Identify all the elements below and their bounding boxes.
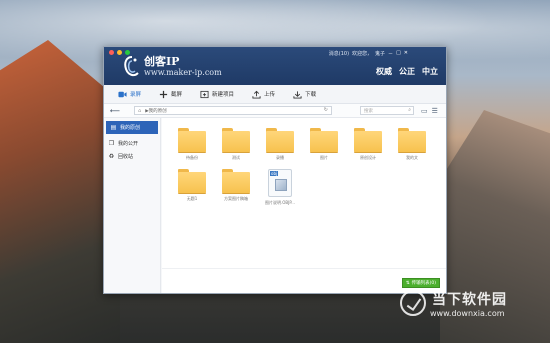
obj-file-item[interactable]: obj 图片说明.OBJP... xyxy=(258,169,302,206)
watermark-url: www.downxia.com xyxy=(430,309,505,318)
close-button[interactable]: ✕ xyxy=(404,50,408,57)
new-folder-icon xyxy=(200,90,209,98)
folder-item[interactable]: 测试 xyxy=(214,128,258,161)
file-name: 原创设计 xyxy=(360,155,376,160)
folder-icon xyxy=(222,128,250,152)
record-label: 录屏 xyxy=(130,92,142,98)
path-field[interactable]: ⌂ ▶我的原创 ↻ xyxy=(134,106,332,115)
sidebar-item-label: 我的公开 xyxy=(118,141,139,147)
download-label: 下载 xyxy=(305,92,317,98)
folder-icon xyxy=(354,128,382,152)
record-button[interactable]: 录屏 xyxy=(114,85,145,104)
home-icon[interactable]: ⌂ xyxy=(138,108,141,114)
upload-icon xyxy=(252,90,261,99)
search-placeholder: 搜索 xyxy=(364,108,373,114)
sidebar-item-label: 回收站 xyxy=(118,154,134,160)
download-icon xyxy=(293,90,302,99)
screenshot-label: 截屏 xyxy=(171,92,183,98)
screenshot-button[interactable]: 截屏 xyxy=(155,85,186,104)
sidebar-item-my-public[interactable]: ❐ 我的公开 xyxy=(104,137,160,150)
list-view-icon[interactable]: ☰ xyxy=(432,107,438,115)
folder-icon xyxy=(222,169,250,193)
logo-text: 创客IP xyxy=(144,55,180,68)
minimize-button[interactable]: － xyxy=(388,50,393,57)
sidebar-item-recycle-bin[interactable]: ♻ 回收站 xyxy=(104,150,160,163)
file-name: 待备份 xyxy=(186,155,198,160)
watermark: 当下软件园 www.downxia.com xyxy=(400,287,540,337)
folder-icon: ▤ xyxy=(110,124,117,131)
folder-icon xyxy=(178,169,206,193)
plus-icon xyxy=(159,90,168,98)
file-grid: 待备份 测试 录播 图片 原创设计 我的文 无题1 方案图片稿箱 obj 图片说… xyxy=(170,128,434,206)
obj-file-icon: obj xyxy=(268,169,292,197)
folder-item[interactable]: 方案图片稿箱 xyxy=(214,169,258,206)
download-button[interactable]: 下载 xyxy=(289,85,320,104)
sidebar-item-label: 我的原创 xyxy=(120,125,141,131)
slogan-word: 中立 xyxy=(422,66,438,76)
watermark-title: 当下软件园 xyxy=(432,292,507,308)
grid-view-icon[interactable]: ▭ xyxy=(421,107,428,115)
upload-button[interactable]: 上传 xyxy=(248,85,279,104)
folder-item[interactable]: 原创设计 xyxy=(346,128,390,161)
upload-label: 上传 xyxy=(264,92,276,98)
user-status: 消息(10) 欢迎您， 鬼子 － □ ✕ xyxy=(329,50,408,57)
maximize-button[interactable]: □ xyxy=(396,50,401,57)
folder-item[interactable]: 我的文 xyxy=(390,128,434,161)
logo-url: www.maker-ip.com xyxy=(144,68,222,77)
file-name: 图片说明.OBJP... xyxy=(265,200,295,205)
file-name: 测试 xyxy=(232,155,240,160)
title-bar: 创客IP www.maker-ip.com 消息(10) 欢迎您， 鬼子 － □… xyxy=(104,47,446,85)
refresh-icon[interactable]: ↻ xyxy=(324,107,328,113)
folder-item[interactable]: 无题1 xyxy=(170,169,214,206)
folder-item[interactable]: 待备份 xyxy=(170,128,214,161)
transfer-icon: ⇅ xyxy=(405,280,410,286)
file-name: 无题1 xyxy=(186,196,198,201)
view-toggle: ▭ ☰ xyxy=(421,107,438,115)
folder-item[interactable]: 录播 xyxy=(258,128,302,161)
background-mountain-left xyxy=(0,40,120,343)
username-link[interactable]: 鬼子 xyxy=(375,50,385,57)
new-project-label: 新建项目 xyxy=(212,92,235,98)
back-arrow-icon[interactable]: ⟵ xyxy=(110,107,122,115)
logo-icon xyxy=(124,56,139,77)
watermark-logo-icon xyxy=(400,290,426,316)
record-icon xyxy=(118,91,127,97)
path-bar: ⟵ ⌂ ▶我的原创 ↻ 搜索 ⌕ ▭ ☰ xyxy=(104,104,446,118)
file-name: 方案图片稿箱 xyxy=(224,196,248,201)
new-project-button[interactable]: 新建项目 xyxy=(196,85,238,104)
folder-icon xyxy=(178,128,206,152)
sidebar: ▤ 我的原创 ❐ 我的公开 ♻ 回收站 xyxy=(104,118,161,293)
search-icon[interactable]: ⌕ xyxy=(408,107,411,113)
file-name: 我的文 xyxy=(406,155,418,160)
brand-slogan: 权威 公正 中立 xyxy=(376,66,438,77)
file-icon: ❐ xyxy=(108,140,115,147)
close-dot[interactable] xyxy=(109,50,114,55)
toolbar: 录屏 截屏 新建项目 上传 下载 xyxy=(104,85,446,104)
folder-icon xyxy=(310,128,338,152)
folder-icon xyxy=(266,128,294,152)
slogan-word: 权威 xyxy=(376,66,392,76)
trash-icon: ♻ xyxy=(108,153,115,160)
transfer-label: 传输列表(0) xyxy=(411,281,436,286)
app-window: 创客IP www.maker-ip.com 消息(10) 欢迎您， 鬼子 － □… xyxy=(103,46,447,294)
folder-item[interactable]: 图片 xyxy=(302,128,346,161)
welcome-text: 欢迎您， xyxy=(352,51,373,57)
sidebar-item-my-original[interactable]: ▤ 我的原创 xyxy=(106,121,158,134)
messages-link[interactable]: 消息(10) xyxy=(329,50,349,57)
file-name: 图片 xyxy=(320,155,328,160)
path-text: ▶我的原创 xyxy=(145,108,167,114)
file-name: 录播 xyxy=(276,155,284,160)
folder-icon xyxy=(398,128,426,152)
slogan-word: 公正 xyxy=(399,66,415,76)
search-input[interactable]: 搜索 ⌕ xyxy=(360,106,414,115)
